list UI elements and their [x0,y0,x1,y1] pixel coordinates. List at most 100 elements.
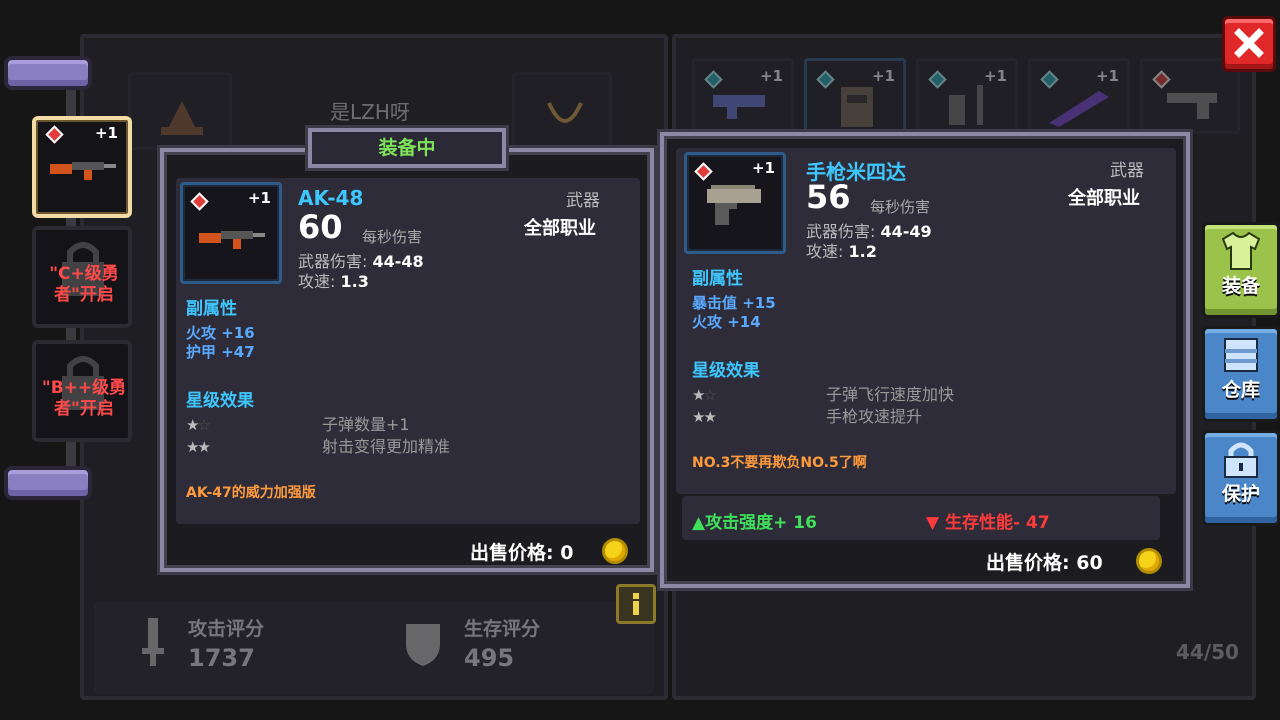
damage-value: 44-49 [880,222,932,241]
sell-label: 出售价格: [986,552,1070,574]
tab-label: 保护 [1221,483,1260,505]
plus-level: +1 [759,67,783,85]
sub-attributes-title: 副属性 [692,269,743,289]
star-rating-1: ★☆ [186,416,211,434]
lock-requirement: "B++级勇者"开启 [41,378,127,419]
necklace-slot[interactable] [512,72,612,150]
plus-level: +1 [1095,67,1119,85]
tab-label: 装备 [1221,275,1260,297]
sell-price: 出售价格: 60 [986,548,1103,575]
star-effect: 子弹数量+1 [322,415,410,434]
lock-icon [1224,442,1258,478]
equipped-header-label: 装备中 [378,137,436,159]
rifle-icon [199,231,265,249]
hat-slot[interactable] [128,72,232,150]
shirt-icon [1221,231,1261,270]
speed-value: 1.2 [848,242,877,261]
item-description: NO.3不要再欺负NO.5了啊 [692,455,867,471]
sell-label: 出售价格: [470,542,554,564]
pistol-icon [1167,93,1217,119]
speed-stat: 攻速: 1.2 [806,238,877,262]
hat-icon [161,101,203,135]
inventory-slot[interactable]: +1 [692,58,794,134]
weapon-slot-1[interactable]: +1 [32,116,132,218]
inventory-slot[interactable]: +1 [916,58,1018,134]
star-effect: 射击变得更加精准 [322,437,451,456]
tab-protect[interactable]: 保护 [1202,430,1280,526]
item-class: 全部职业 [524,218,596,239]
speed-stat: 攻速: 1.3 [298,268,369,292]
plus-level: +1 [247,189,271,207]
sell-value: 0 [560,542,574,564]
attack-rating-label: 攻击评分 [188,618,265,640]
item-description: AK-47的威力加强版 [186,485,316,501]
gem-icon [1040,70,1059,89]
close-icon [1234,28,1264,58]
equipped-header: 装备中 [308,128,506,168]
gem-icon [704,70,723,89]
tab-equipment[interactable]: 装备 [1202,222,1280,318]
compare-item-icon: +1 [684,152,786,254]
inventory-grid: +1 +1 +1 +1 [692,58,1244,138]
tab-storage[interactable]: 仓库 [1202,326,1280,422]
speed-label: 攻速: [806,242,844,261]
sub-attributes-title: 副属性 [186,299,237,319]
survival-rating-label: 生存评分 [464,618,541,640]
attack-rating-value: 1737 [188,644,255,672]
item-type: 武器 [1110,161,1144,181]
info-icon [633,593,639,615]
info-button[interactable] [616,584,656,624]
attack-change: ▲攻击强度+ 16 [692,513,817,533]
dps-value: 56 [806,178,851,216]
item-class: 全部职业 [1068,188,1140,209]
inventory-slot[interactable]: +1 [804,58,906,134]
purple-gun-icon [1049,91,1109,127]
close-button[interactable] [1222,16,1276,72]
star-effect: 子弹飞行速度加快 [826,385,955,404]
compare-card-inner: +1 手枪米四达 56 每秒伤害 武器伤害: 44-49 攻速: 1.2 武器 … [676,148,1176,494]
plus-level: +1 [983,67,1007,85]
plus-level: +1 [94,124,118,142]
sell-price: 出售价格: 0 [470,538,573,565]
equipped-card-inner: +1 AK-48 60 每秒伤害 武器伤害: 44-48 攻速: 1.3 武器 … [176,178,640,524]
scroll-down-button[interactable] [4,466,92,500]
star-effects-title: 星级效果 [186,391,254,411]
sell-value: 60 [1076,552,1103,574]
gem-icon [694,162,713,181]
player-name: 是LZH呀 [330,100,410,124]
locked-slot-3[interactable]: "B++级勇者"开启 [32,340,132,442]
gem-icon [190,192,209,211]
armor-icon [841,87,873,127]
tab-label: 仓库 [1221,379,1260,401]
locked-slot-2[interactable]: "C+级勇者"开启 [32,226,132,328]
dps-label: 每秒伤害 [870,198,931,216]
scroll-up-button[interactable] [4,56,92,90]
speed-value: 1.3 [340,272,369,291]
star-rating-2: ★★ [692,408,717,426]
gem-icon [45,125,64,144]
coin-icon [1136,548,1162,574]
damage-value: 44-48 [372,252,424,271]
item-type: 武器 [566,191,600,211]
smg-icon [713,95,765,119]
shield-icon [404,620,442,668]
pistol-icon [707,185,761,225]
coin-icon [602,538,628,564]
dps-value: 60 [298,208,343,246]
star-effects-title: 星级效果 [692,361,760,381]
survival-change: ▼ 生存性能- 47 [926,513,1050,533]
sub-stat: 暴击值 +15 [692,294,776,312]
inventory-count: 44/50 [1176,640,1239,664]
equipped-item-icon: +1 [180,182,282,284]
gem-icon [816,70,835,89]
sub-stat: 护甲 +47 [186,343,255,361]
lock-requirement: "C+级勇者"开启 [49,264,119,305]
tool-icon [949,85,983,125]
sub-stat: 火攻 +16 [186,324,255,342]
rifle-icon [50,162,116,180]
inventory-slot[interactable]: +1 [1028,58,1130,134]
equipped-card: +1 AK-48 60 每秒伤害 武器伤害: 44-48 攻速: 1.3 武器 … [160,148,654,572]
plus-level: +1 [751,159,775,177]
dps-label: 每秒伤害 [362,228,423,246]
star-rating-1: ★☆ [692,386,717,404]
